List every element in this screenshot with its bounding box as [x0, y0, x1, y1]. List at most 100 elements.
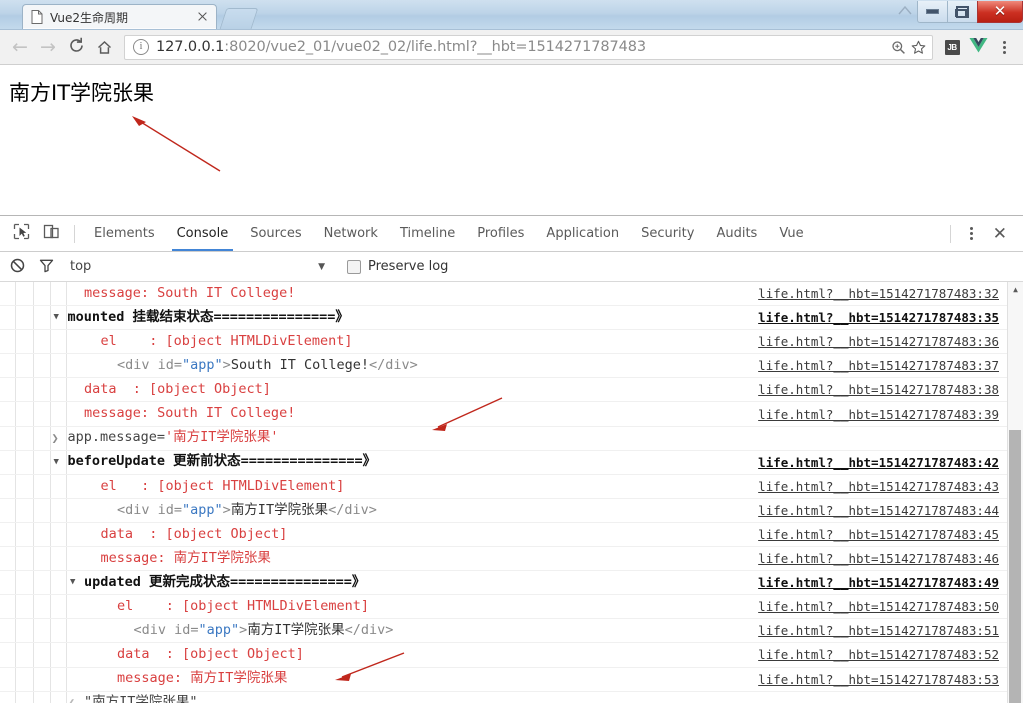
console-row[interactable]: message: South IT College! life.html?__hb… [0, 282, 1023, 307]
devtools-tab-audits[interactable]: Audits [705, 216, 768, 251]
console-row-text: mounted 挂载结束状态===============》 [68, 310, 349, 325]
console-row[interactable]: <div id="app">南方IT学院张果</div> life.html?__… [0, 499, 1023, 523]
console-row[interactable]: data : [object Object] life.html?__hbt=15… [0, 523, 1023, 548]
group-collapse-triangle-icon[interactable] [70, 578, 75, 587]
console-row[interactable]: <div id="app">南方IT学院张果</div> life.html?__… [0, 619, 1023, 644]
devtools-tab-network[interactable]: Network [313, 216, 389, 251]
execution-context-select[interactable]: top ▼ [70, 259, 325, 274]
console-row[interactable]: data : [object Object] life.html?__hbt=15… [0, 378, 1023, 403]
browser-tab[interactable]: Vue2生命周期 [22, 4, 217, 29]
console-row[interactable]: ❮ "南方IT学院张果" [0, 692, 1023, 703]
devtools-tab-console[interactable]: Console [166, 216, 240, 251]
tab-close-icon[interactable] [196, 10, 210, 24]
console-row[interactable]: data : [object Object] life.html?__hbt=15… [0, 643, 1023, 668]
console-row[interactable]: message: 南方IT学院张果 life.html?__hbt=1514271… [0, 547, 1023, 572]
console-source-link[interactable]: life.html?__hbt=1514271787483:51 [758, 623, 999, 638]
new-tab-button[interactable] [219, 8, 259, 29]
console-source-link[interactable]: life.html?__hbt=1514271787483:49 [758, 575, 999, 590]
kebab-menu-icon [1002, 40, 1006, 54]
console-source-link[interactable]: life.html?__hbt=1514271787483:52 [758, 647, 999, 662]
devtools-tab-application[interactable]: Application [535, 216, 630, 251]
console-row[interactable]: ❯ app.message='南方IT学院张果' [0, 427, 1023, 451]
reload-button[interactable] [62, 33, 90, 61]
console-scrollbar[interactable]: ▲ [1007, 282, 1023, 703]
console-row-list: message: South IT College! life.html?__hb… [0, 282, 1023, 703]
console-source-link[interactable]: life.html?__hbt=1514271787483:32 [758, 286, 999, 301]
console-text-part: data : [object Object] [84, 381, 271, 398]
console-source-link[interactable]: life.html?__hbt=1514271787483:53 [758, 672, 999, 687]
device-toolbar-button[interactable] [36, 219, 66, 249]
page-body-text: 南方IT学院张果 [9, 81, 155, 105]
devtools-tab-profiles[interactable]: Profiles [466, 216, 535, 251]
filter-button[interactable] [39, 258, 54, 276]
star-icon[interactable] [908, 37, 928, 57]
console-row[interactable]: el : [object HTMLDivElement] life.html?__… [0, 330, 1023, 355]
console-row-text: el : [object HTMLDivElement] [100, 332, 353, 349]
console-text-part: > [222, 357, 231, 374]
devtools-tab-timeline[interactable]: Timeline [389, 216, 466, 251]
group-collapse-triangle-icon[interactable] [54, 458, 59, 467]
url-path: :8020/vue2_01/vue02_02/life.html?__hbt=1… [224, 39, 647, 55]
group-collapse-triangle-icon[interactable] [54, 313, 59, 322]
console-text-part: > [222, 501, 231, 518]
extension-jetbrains-button[interactable]: JB [939, 33, 965, 61]
console-source-link[interactable]: life.html?__hbt=1514271787483:50 [758, 599, 999, 614]
console-row-text: message: South IT College! [84, 286, 295, 301]
console-source-link[interactable]: life.html?__hbt=1514271787483:37 [758, 358, 999, 373]
console-text-part: el : [object HTMLDivElement] [100, 332, 353, 349]
zoom-search-icon[interactable] [888, 37, 908, 57]
close-icon: ✕ [993, 3, 1007, 20]
forward-button[interactable]: → [34, 33, 62, 61]
console-text-part: South IT College! [230, 357, 369, 374]
console-row[interactable]: beforeUpdate 更新前状态===============》 life.h… [0, 451, 1023, 475]
console-row[interactable]: message: South IT College! life.html?__hb… [0, 402, 1023, 427]
filter-icon [39, 258, 54, 276]
console-row[interactable]: mounted 挂载结束状态===============》 life.html?… [0, 306, 1023, 331]
console-row[interactable]: message: 南方IT学院张果 life.html?__hbt=1514271… [0, 668, 1023, 692]
console-row[interactable]: el : [object HTMLDivElement] life.html?__… [0, 595, 1023, 620]
console-row-text: data : [object Object] [100, 525, 288, 542]
console-source-link[interactable]: life.html?__hbt=1514271787483:42 [758, 455, 999, 470]
devtools-right-controls: ✕ [942, 220, 1023, 248]
home-button[interactable] [90, 33, 118, 61]
console-text-part: el : [object HTMLDivElement] [117, 598, 369, 615]
extension-vue-devtools-button[interactable] [965, 33, 991, 61]
console-text-part: id= [157, 357, 183, 374]
console-text-part: data : [object Object] [100, 525, 288, 542]
console-row[interactable]: updated 更新完成状态===============》 life.html?… [0, 571, 1023, 596]
minimize-button[interactable] [917, 1, 948, 23]
console-source-link[interactable]: life.html?__hbt=1514271787483:43 [758, 479, 999, 494]
clear-console-button[interactable] [10, 258, 25, 276]
devtools-menu-button[interactable] [959, 220, 985, 248]
console-source-link[interactable]: life.html?__hbt=1514271787483:39 [758, 407, 999, 422]
console-text-part: "南方IT学院张果" [84, 694, 198, 703]
console-row[interactable]: el : [object HTMLDivElement] life.html?__… [0, 475, 1023, 499]
scrollbar-thumb[interactable] [1009, 430, 1021, 703]
console-source-link[interactable]: life.html?__hbt=1514271787483:45 [758, 527, 999, 542]
console-row[interactable]: <div id="app">South IT College!</div> lif… [0, 354, 1023, 379]
console-source-link[interactable]: life.html?__hbt=1514271787483:36 [758, 334, 999, 349]
back-button[interactable]: ← [6, 33, 34, 61]
devtools-tabbar: Elements Console Sources Network Timeline Pro… [0, 216, 1023, 252]
browser-menu-button[interactable] [991, 33, 1017, 61]
devtools-tab-vue[interactable]: Vue [768, 216, 814, 251]
close-window-button[interactable]: ✕ [977, 1, 1023, 23]
console-text-part: </div> [368, 357, 418, 374]
console-source-link[interactable]: life.html?__hbt=1514271787483:46 [758, 551, 999, 566]
preserve-log-checkbox[interactable] [347, 259, 361, 274]
scroll-up-arrow-icon[interactable]: ▲ [1008, 282, 1023, 297]
console-row-text: el : [object HTMLDivElement] [101, 479, 345, 494]
maximize-button[interactable] [947, 1, 978, 23]
console-output[interactable]: message: South IT College! life.html?__hb… [0, 282, 1023, 703]
console-source-link[interactable]: life.html?__hbt=1514271787483:44 [758, 503, 999, 518]
console-source-link[interactable]: life.html?__hbt=1514271787483:35 [758, 310, 999, 325]
close-devtools-button[interactable]: ✕ [985, 225, 1015, 242]
devtools-tab-security[interactable]: Security [630, 216, 705, 251]
tab-title: Vue2生命周期 [50, 10, 129, 25]
devtools-tab-elements[interactable]: Elements [83, 216, 166, 251]
address-bar[interactable]: i 127.0.0.1:8020/vue2_01/vue02_02/life.h… [124, 34, 933, 60]
site-info-icon[interactable]: i [133, 39, 149, 55]
devtools-tab-sources[interactable]: Sources [239, 216, 312, 251]
console-source-link[interactable]: life.html?__hbt=1514271787483:38 [758, 382, 999, 397]
inspect-element-button[interactable] [6, 219, 36, 249]
